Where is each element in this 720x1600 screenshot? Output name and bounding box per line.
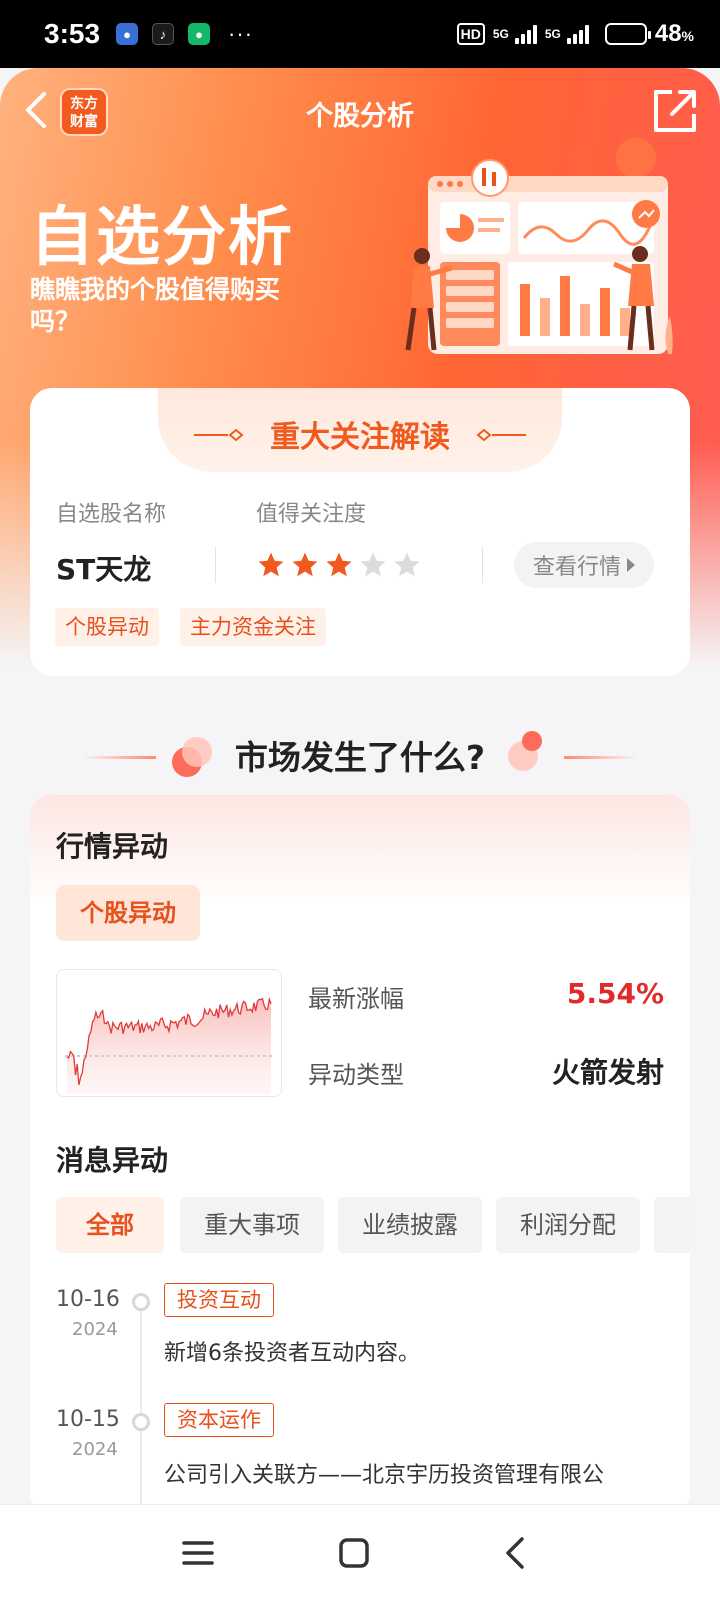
- attention-score-label: 值得关注度: [256, 502, 367, 527]
- latest-rise-value: 5.54%: [566, 977, 664, 1010]
- timeline-text[interactable]: 公司引入关联方——北京宇历投资管理有限公: [164, 1457, 604, 1489]
- network-type-1: 5G: [492, 27, 509, 41]
- section-header: 市场发生了什么?: [0, 725, 720, 785]
- star-empty-icon: [360, 552, 386, 577]
- page: 3:53 ● ♪ ● ··· HD 5G 5G 48% 东方 财富 个股分析 自…: [0, 0, 720, 1600]
- attention-tag: 主力资金关注: [180, 608, 326, 646]
- hero-title: 自选分析: [30, 201, 294, 275]
- battery-icon: [604, 23, 651, 45]
- view-quote-button[interactable]: 查看行情: [514, 542, 654, 588]
- page-title: 个股分析: [306, 101, 414, 132]
- anomaly-type-label: 异动类型: [308, 1061, 404, 1089]
- star-empty-icon: [394, 552, 420, 577]
- timeline-tag: 资本运作: [164, 1403, 274, 1437]
- hero-subtitle: 瞧瞧我的个股值得购买吗？: [30, 275, 281, 336]
- divider: [215, 547, 216, 583]
- filter-tab-all[interactable]: 全部: [56, 1197, 164, 1253]
- star-filled-icon: [326, 552, 352, 577]
- stock-name-label: 自选股名称: [56, 502, 167, 527]
- network-type-2: 5G: [544, 27, 561, 41]
- baidu-netdisk-icon: ●: [116, 23, 139, 45]
- analysis-illustration: [405, 138, 673, 354]
- tiktok-icon: ♪: [152, 23, 175, 45]
- timeline-date: 10-16: [56, 1287, 120, 1312]
- attention-rating: [256, 550, 422, 580]
- timeline-tag: 投资互动: [164, 1283, 274, 1317]
- system-nav-bar: [0, 1504, 720, 1600]
- filter-tab-dividends[interactable]: 利润分配: [496, 1197, 640, 1253]
- view-quote-label: 查看行情: [532, 555, 621, 580]
- anomaly-type-value: 火箭发射: [551, 1056, 664, 1089]
- wechat-icon: ●: [188, 23, 211, 45]
- status-time: 3:53: [44, 18, 101, 49]
- battery-percent-value: 48: [654, 20, 682, 47]
- battery-percent: 48%: [655, 20, 694, 48]
- timeline-year: 2024: [72, 1439, 118, 1460]
- stock-name: ST天龙: [56, 553, 152, 586]
- share-icon[interactable]: [652, 88, 698, 134]
- timeline-dot: [132, 1293, 150, 1311]
- quote-anomaly-chip[interactable]: 个股异动: [56, 885, 200, 941]
- quote-anomaly-heading: 行情异动: [56, 830, 169, 863]
- filter-tab-major-events[interactable]: 重大事项: [180, 1197, 324, 1253]
- star-filled-icon: [258, 552, 284, 577]
- hd-voice-icon: HD: [456, 23, 485, 45]
- signal-icon: [566, 24, 589, 44]
- filter-tab-more[interactable]: [654, 1197, 690, 1253]
- battery-percent-unit: %: [681, 28, 694, 44]
- attention-card: 重大关注解读 自选股名称 值得关注度 ST天龙 查看行情 个股异动 主力资金关注: [30, 388, 690, 676]
- latest-rise-label: 最新涨幅: [308, 985, 404, 1013]
- timeline-date: 10-15: [56, 1407, 120, 1432]
- back-nav-icon[interactable]: [496, 1533, 536, 1573]
- home-icon[interactable]: [334, 1533, 374, 1573]
- decor-ball-icon: [522, 731, 542, 751]
- timeline-year: 2024: [72, 1319, 118, 1340]
- news-anomaly-heading: 消息异动: [56, 1144, 169, 1177]
- star-filled-icon: [292, 552, 318, 577]
- section-line-right: [564, 756, 638, 759]
- intraday-mini-chart[interactable]: [56, 969, 282, 1097]
- timeline-text[interactable]: 新增6条投资者互动内容。: [164, 1335, 420, 1367]
- market-card: 行情异动 个股异动 最新涨幅 5.54% 异动类型 火箭发射 消息异动 全部 重…: [30, 795, 690, 1515]
- divider: [482, 547, 483, 583]
- menu-icon[interactable]: [178, 1533, 218, 1573]
- filter-tab-earnings[interactable]: 业绩披露: [338, 1197, 482, 1253]
- timeline-dot: [132, 1413, 150, 1431]
- status-bar: 3:53 ● ♪ ● ··· HD 5G 5G 48%: [0, 0, 720, 68]
- attention-title: 重大关注解读: [270, 420, 450, 455]
- attention-tag: 个股异动: [55, 608, 159, 646]
- intraday-sparkline: [65, 996, 275, 1094]
- signal-icon: [514, 24, 537, 44]
- more-notifications-icon: ···: [228, 21, 254, 46]
- caret-right-icon: [627, 558, 635, 572]
- section-title: 市场发生了什么?: [234, 738, 486, 777]
